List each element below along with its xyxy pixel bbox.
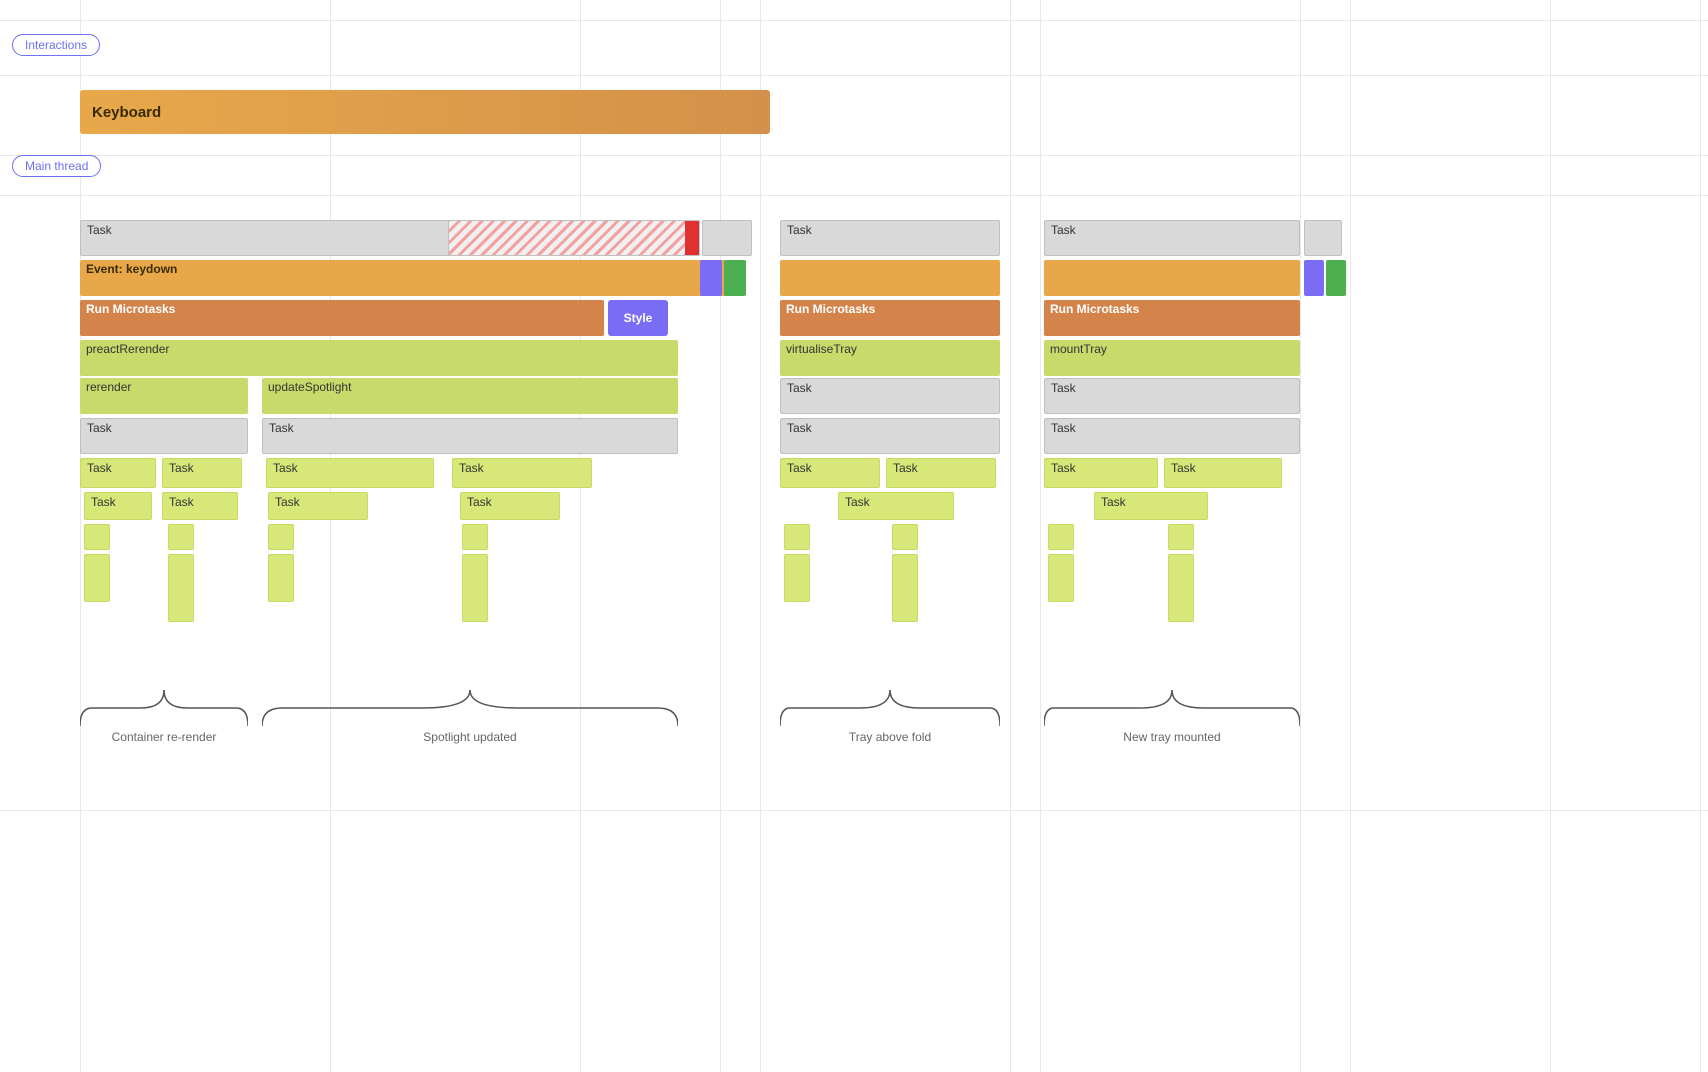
event-keydown: Event: keydown <box>80 260 728 296</box>
leaf-6 <box>268 554 294 602</box>
run-microtasks-r2: Run Microtasks <box>1044 300 1300 336</box>
leaf-r1-4 <box>892 554 918 622</box>
leaf-r1-3 <box>784 554 810 602</box>
brace-tray-above-fold <box>780 688 1000 728</box>
brace-container-rerender <box>80 688 248 728</box>
style-block: Style <box>608 300 668 336</box>
leaf-r2-2 <box>1168 524 1194 550</box>
keyboard-label: Keyboard <box>92 104 161 121</box>
task-v4: Task <box>886 458 996 488</box>
task-main-r1: Task <box>780 220 1000 256</box>
preact-rerender: preactRerender <box>80 340 678 376</box>
leaf-r1-1 <box>784 524 810 550</box>
green-sq-2 <box>1326 260 1346 296</box>
event-r1 <box>780 260 1000 296</box>
task-m1: Task <box>1044 378 1300 414</box>
task-m5: Task <box>1094 492 1208 520</box>
task-v1: Task <box>780 378 1000 414</box>
leaf-r2-4 <box>1168 554 1194 622</box>
interactions-label: Interactions <box>25 38 87 52</box>
spotlight-updated-label: Spotlight updated <box>262 730 678 744</box>
main-thread-label: Main thread <box>25 159 88 173</box>
green-sq-1 <box>724 260 746 296</box>
task-s4: Task <box>460 492 560 520</box>
leaf-5 <box>268 524 294 550</box>
leaf-8 <box>462 554 488 622</box>
brace-spotlight-updated <box>262 688 678 728</box>
task-main-r2: Task <box>1044 220 1300 256</box>
preact-rerender-label: preactRerender <box>86 342 169 356</box>
leaf-r2-1 <box>1048 524 1074 550</box>
task-s3: Task <box>268 492 368 520</box>
task-gray-small <box>702 220 752 256</box>
task-v5: Task <box>838 492 954 520</box>
style-label: Style <box>624 311 653 325</box>
performance-timeline: Interactions Keyboard Main thread Task E… <box>0 0 1708 1072</box>
update-spotlight-label: updateSpotlight <box>268 380 351 394</box>
brace-new-tray-mounted <box>1044 688 1300 728</box>
task-r1: Task <box>80 458 156 488</box>
new-tray-mounted-label: New tray mounted <box>1044 730 1300 744</box>
task-s1: Task <box>266 458 434 488</box>
virtualise-tray: virtualiseTray <box>780 340 1000 376</box>
task-r2: Task <box>162 458 242 488</box>
task-r4: Task <box>162 492 238 520</box>
task-spotlight: Task <box>262 418 678 454</box>
leaf-r2-3 <box>1048 554 1074 602</box>
purple-sq-2 <box>1304 260 1324 296</box>
purple-sq-1 <box>700 260 722 296</box>
leaf-3 <box>84 554 110 602</box>
task-s2: Task <box>452 458 592 488</box>
interactions-pill[interactable]: Interactions <box>12 34 100 56</box>
task-m4: Task <box>1164 458 1282 488</box>
rerender-label: rerender <box>86 380 131 394</box>
task-rerender-label: Task <box>87 421 112 435</box>
leaf-r1-2 <box>892 524 918 550</box>
task-gray-r2 <box>1304 220 1342 256</box>
task-spotlight-label: Task <box>269 421 294 435</box>
task-hatched <box>448 220 700 256</box>
task-v2: Task <box>780 418 1000 454</box>
leaf-2 <box>168 524 194 550</box>
leaf-7 <box>462 524 488 550</box>
event-keydown-label: Event: keydown <box>86 262 177 276</box>
main-thread-pill[interactable]: Main thread <box>12 155 101 177</box>
task-m3: Task <box>1044 458 1158 488</box>
mount-tray: mountTray <box>1044 340 1300 376</box>
rerender: rerender <box>80 378 248 414</box>
task-v3: Task <box>780 458 880 488</box>
tray-above-fold-label: Tray above fold <box>780 730 1000 744</box>
task-m2: Task <box>1044 418 1300 454</box>
task-rerender: Task <box>80 418 248 454</box>
run-microtasks-left-label: Run Microtasks <box>86 302 175 316</box>
event-r2 <box>1044 260 1300 296</box>
keyboard-bar: Keyboard <box>80 90 770 134</box>
container-rerender-label: Container re-render <box>80 730 248 744</box>
leaf-4 <box>168 554 194 622</box>
run-microtasks-left: Run Microtasks <box>80 300 604 336</box>
update-spotlight: updateSpotlight <box>262 378 678 414</box>
task-r3: Task <box>84 492 152 520</box>
grid <box>0 0 1708 1072</box>
leaf-1 <box>84 524 110 550</box>
run-microtasks-r1: Run Microtasks <box>780 300 1000 336</box>
task-main-left-label: Task <box>87 223 112 237</box>
